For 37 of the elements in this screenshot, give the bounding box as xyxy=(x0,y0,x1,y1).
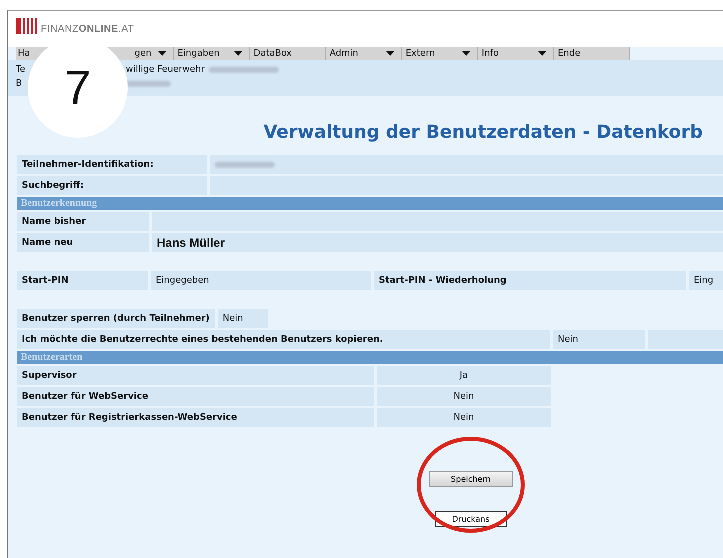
info-text: B xyxy=(16,79,24,89)
field-label: Supervisor xyxy=(17,366,374,385)
section-header: Benutzerarten xyxy=(17,351,723,364)
redacted-text xyxy=(126,81,171,87)
field-value: Nein xyxy=(218,309,268,328)
info-text: willige Feuerwehr xyxy=(126,65,205,75)
logo-text: FINANZONLINE.AT xyxy=(41,24,134,34)
caret-icon xyxy=(538,51,547,56)
field-value: Nein xyxy=(377,387,551,406)
section-header: Benutzerkennung xyxy=(17,197,723,210)
field-value: Hans Müller xyxy=(152,233,723,252)
logo-icon xyxy=(16,18,38,34)
field-value: Eingegeben xyxy=(151,271,371,290)
caret-icon xyxy=(158,51,167,56)
field-value: Ja xyxy=(377,366,551,385)
field-label: Ich möchte die Benutzerrechte eines bestehenden Benutzers kopieren. xyxy=(17,330,550,349)
field-label: Benutzer sperren (durch Teilnehmer) xyxy=(17,309,215,328)
field-label: Name bisher xyxy=(17,212,149,231)
redacted-text xyxy=(215,162,275,168)
field-label: Benutzer für Registrierkassen-WebService xyxy=(17,408,374,427)
field-value: Nein xyxy=(553,330,645,349)
field-label: Teilnehmer-Identifikation: xyxy=(17,155,207,174)
field-value: Eing xyxy=(689,271,723,290)
info-text: Te xyxy=(16,65,27,75)
page-title: Verwaltung der Benutzerdaten - Datenkorb xyxy=(262,122,703,143)
caret-icon xyxy=(234,51,243,56)
field-value: Nein xyxy=(377,408,551,427)
redacted-text xyxy=(208,67,279,73)
save-button[interactable]: Speichern xyxy=(429,471,513,487)
print-button[interactable]: Druckans xyxy=(435,511,507,527)
caret-icon xyxy=(386,51,395,56)
field-label: Name neu xyxy=(17,233,149,252)
field-label: Benutzer für WebService xyxy=(17,387,374,406)
field-label: Start-PIN xyxy=(17,271,148,290)
caret-icon xyxy=(462,51,471,56)
field-label: Start-PIN - Wiederholung xyxy=(374,271,686,290)
field-label: Suchbegriff: xyxy=(17,176,207,195)
